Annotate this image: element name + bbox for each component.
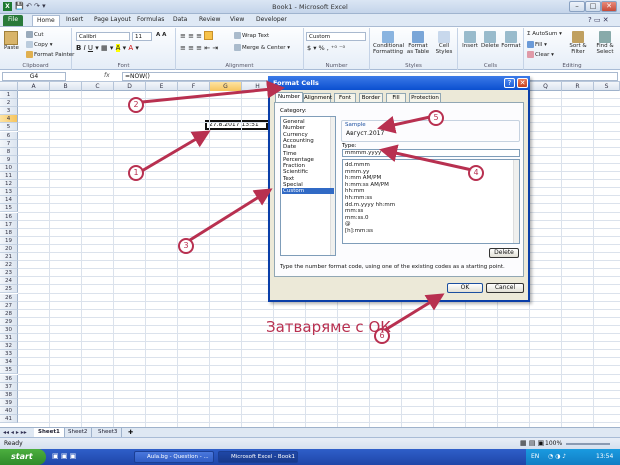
callout-2: 2 [128,97,144,113]
callout-3: 3 [178,238,194,254]
arrow-3 [189,188,273,242]
callout-5: 5 [428,110,444,126]
arrow-5 [377,115,431,134]
arrow-1 [139,130,211,174]
callout-4: 4 [468,165,484,181]
arrow-6 [384,293,445,332]
arrow-4 [379,144,473,172]
callout-1: 1 [128,165,144,181]
annotation-arrows [139,80,473,332]
arrow-2 [141,80,285,104]
close-with-ok-caption: Затваряме с ОК [266,318,391,336]
